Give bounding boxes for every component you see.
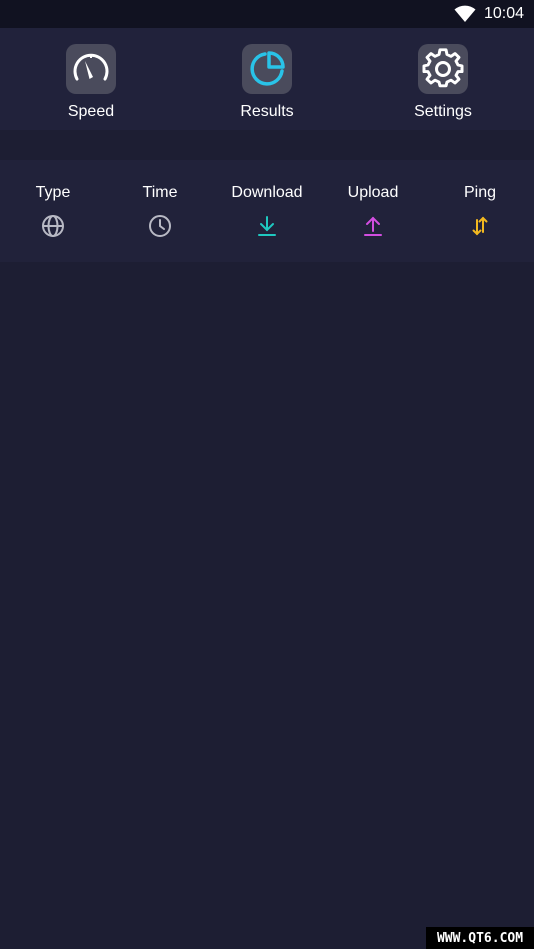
results-table-header: Type Time Download Upload Ping bbox=[0, 160, 534, 262]
status-bar: 10:04 bbox=[0, 0, 534, 28]
column-ping-label: Ping bbox=[463, 184, 497, 201]
column-upload[interactable]: Upload bbox=[320, 184, 426, 239]
watermark-logo: WWW.QT6.COM bbox=[426, 927, 534, 949]
upload-arrow-icon bbox=[360, 213, 386, 239]
top-nav: Speed Results Settings bbox=[0, 28, 534, 130]
download-arrow-icon bbox=[254, 213, 280, 239]
speedometer-icon bbox=[73, 53, 109, 81]
results-tile bbox=[242, 44, 292, 94]
clock-icon bbox=[147, 213, 173, 239]
column-upload-label: Upload bbox=[347, 184, 399, 201]
tab-settings[interactable]: Settings bbox=[383, 44, 503, 128]
tab-speed[interactable]: Speed bbox=[31, 44, 151, 128]
tab-results[interactable]: Results bbox=[207, 44, 327, 128]
tab-settings-label: Settings bbox=[414, 103, 472, 120]
pie-chart-icon bbox=[250, 51, 285, 86]
column-type-label: Type bbox=[35, 184, 71, 201]
globe-icon bbox=[40, 213, 66, 239]
ping-arrows-icon bbox=[467, 213, 493, 239]
column-time[interactable]: Time bbox=[107, 184, 213, 239]
status-time: 10:04 bbox=[483, 5, 524, 22]
column-type[interactable]: Type bbox=[0, 184, 106, 239]
tab-results-label: Results bbox=[240, 103, 294, 120]
column-ping[interactable]: Ping bbox=[427, 184, 533, 239]
column-download[interactable]: Download bbox=[214, 184, 320, 239]
column-download-label: Download bbox=[231, 184, 303, 201]
settings-tile bbox=[418, 44, 468, 94]
column-time-label: Time bbox=[142, 184, 178, 201]
gear-icon bbox=[422, 48, 464, 88]
tab-speed-label: Speed bbox=[67, 103, 115, 120]
speed-tile bbox=[66, 44, 116, 94]
wifi-icon bbox=[454, 5, 476, 22]
